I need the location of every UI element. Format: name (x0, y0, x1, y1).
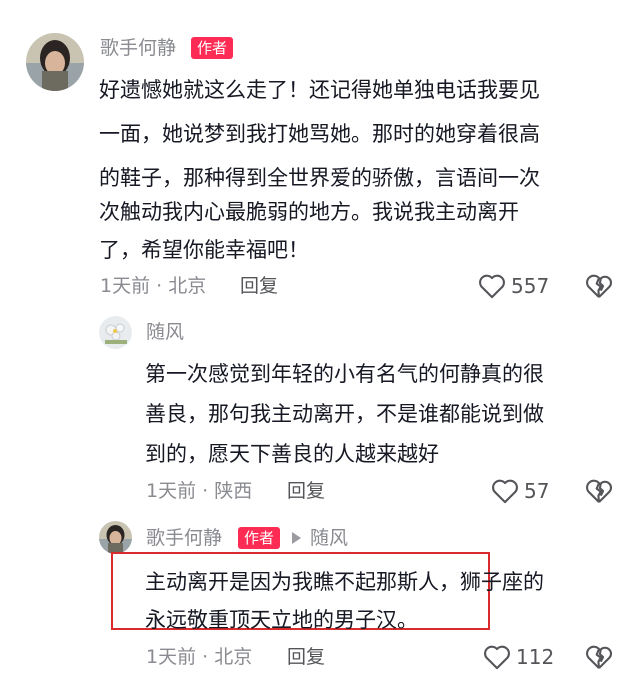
heart-outline-icon[interactable] (491, 478, 519, 504)
avatar-flower-icon (99, 316, 132, 349)
avatar[interactable] (99, 521, 132, 554)
author-badge: 作者 (238, 527, 281, 549)
like-count: 557 (511, 274, 550, 298)
comment-text-line: 的鞋子，那种得到全世界爱的骄傲，言语间一次 (99, 166, 540, 190)
comment-author[interactable]: 随风 (146, 320, 184, 344)
comment-time-location: 1天前 · 北京 (100, 275, 207, 297)
comment-text-line: 好遗憾她就这么走了！还记得她单独电话我要见 (99, 78, 540, 102)
comment-text-line: 永远敬重顶天立地的男子汉。 (145, 608, 418, 632)
comment-time-location: 1天前 · 陕西 (146, 480, 253, 502)
author-badge: 作者 (191, 37, 234, 59)
comment-text-line: 一面，她说梦到我打她骂她。那时的她穿着很高 (99, 122, 540, 146)
heart-outline-icon[interactable] (478, 273, 506, 299)
comment-author[interactable]: 歌手何静 (100, 36, 176, 60)
comment-text-line: 主动离开是因为我瞧不起那斯人，狮子座的 (145, 570, 544, 594)
avatar[interactable] (26, 33, 84, 91)
reply-to-user[interactable]: 随风 (310, 526, 348, 550)
avatar-portrait-icon (99, 521, 132, 554)
comment-text-line: 善良，那句我主动离开，不是谁都能说到做 (145, 402, 544, 426)
reply-button[interactable]: 回复 (287, 645, 325, 669)
like-count: 57 (524, 479, 550, 503)
comment-author[interactable]: 歌手何静 (146, 526, 222, 550)
comment-text-line: 次触动我内心最脆弱的地方。我说我主动离开 (99, 200, 519, 224)
broken-heart-icon[interactable] (585, 478, 613, 504)
reply-button[interactable]: 回复 (287, 479, 325, 503)
comment-text-line: 了，希望你能幸福吧！ (99, 238, 309, 262)
triangle-right-icon (292, 532, 301, 544)
heart-outline-icon[interactable] (483, 644, 511, 670)
like-count: 112 (516, 645, 555, 669)
avatar-portrait-icon (26, 33, 84, 91)
comment-text-line: 第一次感觉到年轻的小有名气的何静真的很 (145, 362, 544, 386)
reply-button[interactable]: 回复 (240, 274, 278, 298)
broken-heart-icon[interactable] (585, 273, 613, 299)
comment-time-location: 1天前 · 北京 (146, 646, 253, 668)
broken-heart-icon[interactable] (585, 644, 613, 670)
avatar[interactable] (99, 316, 132, 349)
comment-text-line: 到的，愿天下善良的人越来越好 (145, 442, 439, 466)
